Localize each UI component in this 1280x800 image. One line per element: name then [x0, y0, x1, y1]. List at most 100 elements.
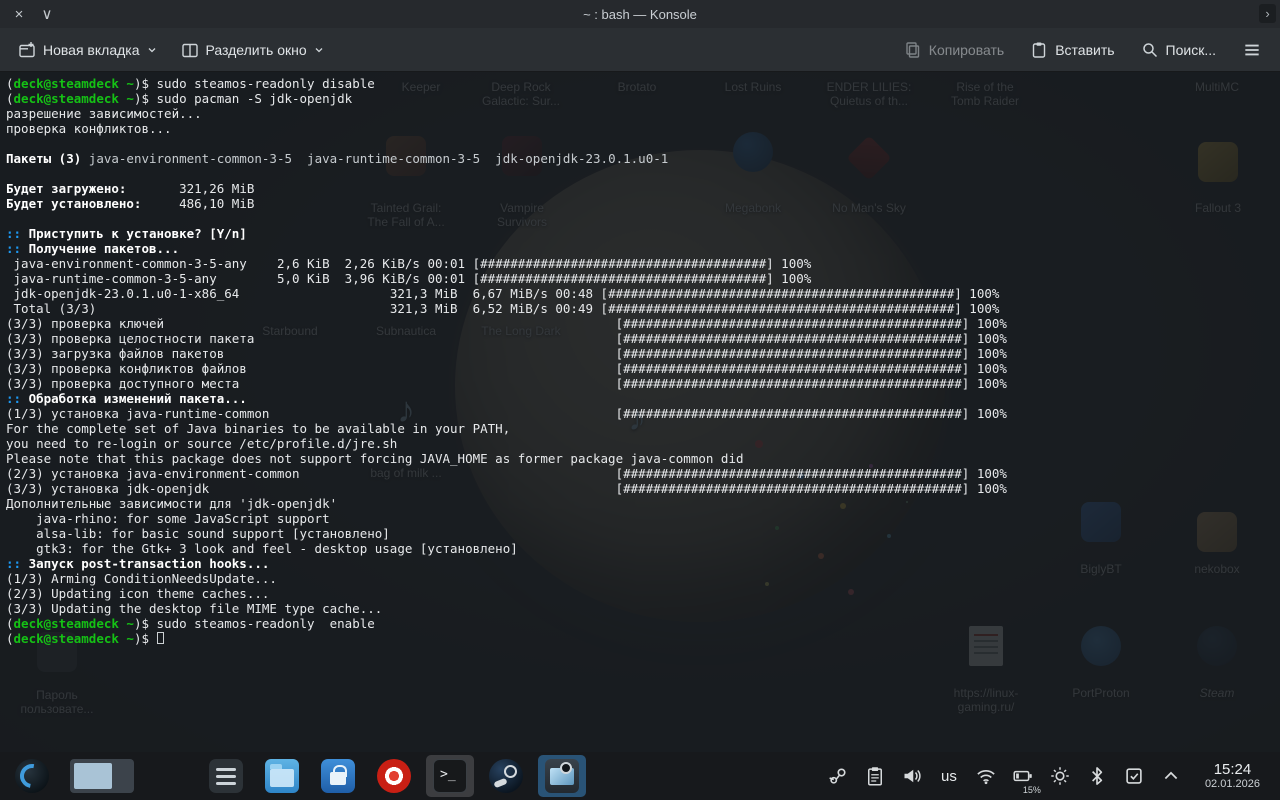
- file-manager-icon: [265, 759, 299, 793]
- terminal-line: (1/3) Arming ConditionNeedsUpdate...: [6, 571, 1280, 586]
- terminal-line: проверка конфликтов...: [6, 121, 1280, 136]
- search-icon: [1141, 41, 1159, 59]
- taskbar-tasks: [8, 755, 586, 797]
- terminal-line: :: Обработка изменений пакета...: [6, 391, 1280, 406]
- split-window-icon: [181, 41, 199, 59]
- terminal-line: (deck@steamdeck ~)$ sudo steamos-readonl…: [6, 616, 1280, 631]
- terminal-line: Дополнительные зависимости для 'jdk-open…: [6, 496, 1280, 511]
- split-window-button[interactable]: Разделить окно: [173, 35, 332, 65]
- browser-icon: [377, 759, 411, 793]
- terminal-line: java-rhino: for some JavaScript support: [6, 511, 1280, 526]
- terminal-line: jdk-openjdk-23.0.1.u0-1-x86_64 321,3 MiB…: [6, 286, 1280, 301]
- terminal-line: (3/3) проверка конфликтов файлов [######…: [6, 361, 1280, 376]
- taskbar-window-preview[interactable]: [64, 755, 140, 797]
- taskbar-konsole[interactable]: [426, 755, 474, 797]
- spectacle-icon: [545, 759, 579, 793]
- paste-icon: [1030, 41, 1048, 59]
- terminal-line: [6, 166, 1280, 181]
- terminal-line: (3/3) загрузка файлов пакетов [#########…: [6, 346, 1280, 361]
- steam-icon: [489, 759, 523, 793]
- tray-bluetooth-icon[interactable]: [1087, 764, 1107, 788]
- discover-icon: [321, 759, 355, 793]
- search-label: Поиск...: [1166, 42, 1216, 58]
- chevron-down-icon: [314, 45, 324, 55]
- new-tab-icon: [18, 41, 36, 59]
- clock-time: 15:24: [1214, 761, 1252, 778]
- terminal-line: Пакеты (3) java-environment-common-3-5 j…: [6, 151, 1280, 166]
- terminal-line: (deck@steamdeck ~)$ sudo steamos-readonl…: [6, 76, 1280, 91]
- search-button[interactable]: Поиск...: [1133, 35, 1224, 65]
- terminal-line: (1/3) установка java-runtime-common [###…: [6, 406, 1280, 421]
- new-tab-label: Новая вкладка: [43, 42, 140, 58]
- window-title: ~ : bash — Konsole: [0, 7, 1280, 22]
- toolbar: Новая вкладка Разделить окно Копировать …: [0, 28, 1280, 72]
- terminal-line: Будет загружено: 321,26 MiB: [6, 181, 1280, 196]
- tray-clipboard-icon[interactable]: [865, 764, 885, 788]
- tray-network-icon[interactable]: [976, 764, 996, 788]
- utilities-icon: [209, 759, 243, 793]
- terminal-line: (3/3) проверка целостности пакета [#####…: [6, 331, 1280, 346]
- tray-steam-tray-icon[interactable]: [828, 764, 848, 788]
- terminal-line: :: Запуск post-transaction hooks...: [6, 556, 1280, 571]
- terminal-line: java-runtime-common-3-5-any 5,0 KiB 3,96…: [6, 271, 1280, 286]
- taskbar-discover[interactable]: [314, 755, 362, 797]
- terminal-line: (deck@steamdeck ~)$ sudo pacman -S jdk-o…: [6, 91, 1280, 106]
- terminal-line: (3/3) проверка доступного места [#######…: [6, 376, 1280, 391]
- taskbar-utilities[interactable]: [202, 755, 250, 797]
- terminal-line: [6, 211, 1280, 226]
- split-window-label: Разделить окно: [206, 42, 307, 58]
- terminal-line: (3/3) установка jdk-openjdk [###########…: [6, 481, 1280, 496]
- hamburger-menu-icon: [1242, 40, 1262, 60]
- taskbar: us 15% 15:24 02.01.2026: [0, 752, 1280, 800]
- terminal-output[interactable]: (deck@steamdeck ~)$ sudo steamos-readonl…: [0, 72, 1280, 752]
- terminal-line: (2/3) Updating icon theme caches...: [6, 586, 1280, 601]
- close-icon[interactable]: ×: [8, 3, 30, 25]
- terminal-line: [6, 136, 1280, 151]
- paste-button[interactable]: Вставить: [1022, 35, 1122, 65]
- taskbar-app-launcher[interactable]: [8, 755, 56, 797]
- tray-expand-arrow-icon[interactable]: [1161, 764, 1181, 788]
- konsole-icon: [433, 759, 467, 793]
- clock[interactable]: 15:24 02.01.2026: [1193, 761, 1272, 791]
- terminal-line: (3/3) проверка ключей [#################…: [6, 316, 1280, 331]
- terminal-line: (deck@steamdeck ~)$: [6, 631, 1280, 646]
- terminal-line: gtk3: for the Gtk+ 3 look and feel - des…: [6, 541, 1280, 556]
- terminal-line: Будет установлено: 486,10 MiB: [6, 196, 1280, 211]
- tray-brightness-icon[interactable]: [1050, 764, 1070, 788]
- tray-device-notifier-icon[interactable]: [1124, 764, 1144, 788]
- copy-label: Копировать: [929, 42, 1004, 58]
- terminal-line: :: Приступить к установке? [Y/n]: [6, 226, 1280, 241]
- copy-button[interactable]: Копировать: [896, 35, 1012, 65]
- keyboard-layout-label: us: [941, 768, 957, 785]
- menu-button[interactable]: [1234, 34, 1270, 66]
- konsole-window: × ∨ ~ : bash — Konsole › Новая вкладка Р…: [0, 0, 1280, 752]
- system-tray: us 15%: [828, 764, 1193, 788]
- terminal-line: you need to re-login or source /etc/prof…: [6, 436, 1280, 451]
- battery-percent: 15%: [1023, 785, 1041, 795]
- terminal-line: :: Получение пакетов...: [6, 241, 1280, 256]
- clock-date: 02.01.2026: [1205, 778, 1260, 791]
- terminal-line: (3/3) Updating the desktop file MIME typ…: [6, 601, 1280, 616]
- taskbar-browser[interactable]: [370, 755, 418, 797]
- titlebar[interactable]: × ∨ ~ : bash — Konsole ›: [0, 0, 1280, 28]
- taskbar-file-manager[interactable]: [258, 755, 306, 797]
- paste-label: Вставить: [1055, 42, 1114, 58]
- terminal-line: Total (3/3) 321,3 MiB 6,52 MiB/s 00:49 […: [6, 301, 1280, 316]
- tray-battery-icon[interactable]: 15%: [1013, 764, 1033, 788]
- copy-icon: [904, 41, 922, 59]
- window-preview-icon: [70, 759, 134, 793]
- new-tab-button[interactable]: Новая вкладка: [10, 35, 165, 65]
- tray-keyboard-icon[interactable]: us: [939, 764, 959, 788]
- terminal-line: alsa-lib: for basic sound support [устан…: [6, 526, 1280, 541]
- terminal-line: For the complete set of Java binaries to…: [6, 421, 1280, 436]
- chevron-down-icon: [147, 45, 157, 55]
- screen: KeeperDeep Rock Galactic: Sur...BrotatoL…: [0, 0, 1280, 800]
- chevron-down-icon[interactable]: ∨: [36, 3, 58, 25]
- terminal-line: разрешение зависимостей...: [6, 106, 1280, 121]
- panel-peek-icon[interactable]: ›: [1259, 4, 1276, 23]
- taskbar-steam[interactable]: [482, 755, 530, 797]
- terminal-line: Please note that this package does not s…: [6, 451, 1280, 466]
- tray-volume-icon[interactable]: [902, 764, 922, 788]
- terminal-line: java-environment-common-3-5-any 2,6 KiB …: [6, 256, 1280, 271]
- taskbar-spectacle[interactable]: [538, 755, 586, 797]
